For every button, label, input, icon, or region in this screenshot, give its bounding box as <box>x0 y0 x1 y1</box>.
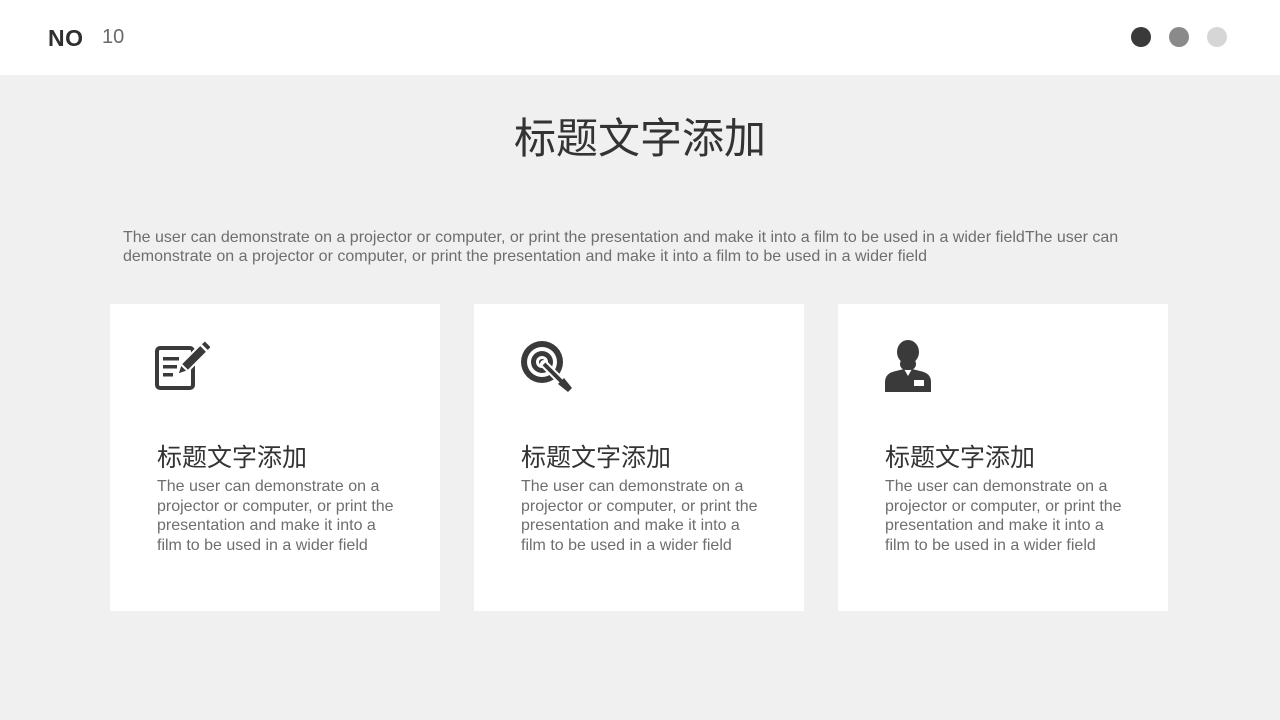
indicator-dot-medium <box>1169 27 1189 47</box>
page-number: 10 <box>102 26 125 48</box>
card-title: 标题文字添加 <box>885 443 1036 472</box>
header-bar: NO 10 <box>0 0 1280 75</box>
target-icon <box>521 341 572 392</box>
card-title: 标题文字添加 <box>157 443 308 472</box>
page-no-label: NO <box>48 25 84 51</box>
edit-document-icon <box>155 338 210 390</box>
card-title: 标题文字添加 <box>521 443 672 472</box>
indicator-dots <box>1131 27 1227 47</box>
card-text: The user can demonstrate on a projector … <box>521 478 758 554</box>
slide: NO 10 标题文字添加 The user can demonstrate on… <box>0 0 1280 720</box>
feature-card-2: 标题文字添加 The user can demonstrate on a pro… <box>474 304 804 611</box>
feature-card-1: 标题文字添加 The user can demonstrate on a pro… <box>110 304 440 611</box>
feature-card-3: 标题文字添加 The user can demonstrate on a pro… <box>838 304 1168 611</box>
person-badge-icon <box>885 340 931 392</box>
intro-paragraph: The user can demonstrate on a projector … <box>123 229 1119 265</box>
page-title: 标题文字添加 <box>513 114 766 163</box>
card-text: The user can demonstrate on a projector … <box>885 478 1122 554</box>
indicator-dot-light <box>1207 27 1227 47</box>
indicator-dot-dark <box>1131 27 1151 47</box>
card-text: The user can demonstrate on a projector … <box>157 478 394 554</box>
